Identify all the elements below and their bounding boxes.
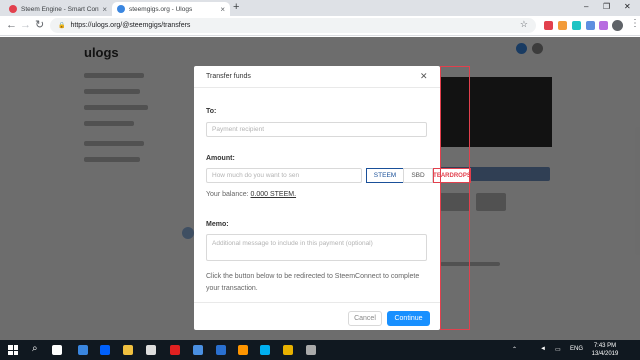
lock-icon: 🔒	[58, 23, 66, 29]
store-icon[interactable]	[146, 345, 156, 355]
clock-time: 7:43 PM	[593, 343, 617, 349]
minimize-icon[interactable]: –	[584, 2, 588, 11]
bookmark-star-icon[interactable]: ☆	[520, 19, 528, 30]
modal-title: Transfer funds	[206, 73, 251, 80]
clock-date: 13/4/2019	[591, 351, 619, 357]
file-explorer-icon[interactable]	[123, 345, 133, 355]
back-icon[interactable]: ←	[6, 19, 17, 31]
firefox-icon[interactable]	[238, 345, 248, 355]
extension-icon[interactable]	[558, 21, 567, 30]
memo-textarea[interactable]: Additional message to include in this pa…	[206, 234, 427, 261]
tab-strip: Steem Engine - Smart Contracts × steemgi…	[0, 0, 640, 16]
tab-title: Steem Engine - Smart Contracts	[21, 5, 100, 13]
balance-label: Your balance:	[206, 191, 249, 198]
mail-icon[interactable]	[193, 345, 203, 355]
profile-avatar[interactable]	[612, 20, 623, 31]
url-text: https://ulogs.org/@steemgigs/transfers	[70, 22, 191, 29]
word-icon[interactable]	[216, 345, 226, 355]
tab-title: steemgigs.org - Ulogs	[129, 5, 193, 13]
reload-icon[interactable]: ↻	[35, 19, 44, 31]
balance-value[interactable]: 0.000 STEEM.	[251, 191, 297, 198]
extension-icon[interactable]	[544, 21, 553, 30]
recipient-input[interactable]: Payment recipient	[206, 122, 427, 137]
close-tab-icon[interactable]: ×	[102, 5, 107, 14]
skype-icon[interactable]	[260, 345, 270, 355]
close-window-icon[interactable]: ✕	[624, 2, 631, 11]
chrome-icon[interactable]	[283, 345, 293, 355]
modal-footer: Cancel Continue	[194, 302, 440, 330]
opera-icon[interactable]	[170, 345, 180, 355]
balance-line: Your balance: 0.000 STEEM.	[206, 191, 296, 198]
transfer-funds-modal: Transfer funds ✕ To: Payment recipient A…	[194, 66, 471, 330]
new-tab-button[interactable]: +	[233, 1, 239, 13]
memo-label: Memo:	[206, 221, 229, 228]
ulogs-favicon-icon	[117, 5, 125, 13]
tab-ulogs[interactable]: steemgigs.org - Ulogs ×	[112, 2, 230, 16]
search-icon[interactable]: ⌕	[32, 343, 38, 354]
extension-icon[interactable]	[599, 21, 608, 30]
annotation-highlight-box	[440, 66, 470, 330]
currency-steem-button[interactable]: STEEM	[366, 168, 404, 183]
currency-sbd-button[interactable]: SBD	[403, 168, 433, 183]
language-indicator[interactable]: ENG	[570, 346, 583, 352]
start-button[interactable]	[8, 345, 18, 355]
browser-toolbar: ← → ↻ 🔒 https://ulogs.org/@steemgigs/tra…	[0, 16, 640, 36]
tab-steem-engine[interactable]: Steem Engine - Smart Contracts ×	[4, 2, 112, 16]
dropbox-icon[interactable]	[100, 345, 110, 355]
windows-taskbar: ⌕ ⌃ ◄ ▭ ENG 7:43 PM 13/4/2019	[0, 340, 640, 360]
to-label: To:	[206, 108, 217, 115]
cancel-button[interactable]: Cancel	[348, 311, 382, 326]
task-view-icon[interactable]	[52, 345, 62, 355]
battery-icon[interactable]: ▭	[555, 346, 561, 353]
forward-icon[interactable]: →	[20, 19, 31, 31]
redirect-note: Click the button below to be redirected …	[206, 273, 420, 292]
browser-menu-icon[interactable]: ⋮	[630, 19, 640, 29]
edge-icon[interactable]	[78, 345, 88, 355]
amount-label: Amount:	[206, 155, 235, 162]
modal-header: Transfer funds ✕	[194, 66, 440, 88]
restore-icon[interactable]: ❐	[603, 2, 610, 11]
continue-button[interactable]: Continue	[387, 311, 430, 326]
steem-engine-favicon-icon	[9, 5, 17, 13]
extension-icon[interactable]	[572, 21, 581, 30]
taskbar-clock[interactable]: 7:43 PM 13/4/2019	[585, 342, 625, 358]
amount-input[interactable]: How much do you want to sen	[206, 168, 362, 183]
close-tab-icon[interactable]: ×	[220, 5, 225, 14]
address-bar[interactable]: 🔒 https://ulogs.org/@steemgigs/transfers…	[50, 18, 536, 33]
app-icon[interactable]	[306, 345, 316, 355]
wifi-icon[interactable]: ⌃	[512, 346, 517, 353]
extension-icon[interactable]	[586, 21, 595, 30]
volume-icon[interactable]: ◄	[540, 346, 546, 352]
close-icon[interactable]: ✕	[420, 71, 428, 82]
